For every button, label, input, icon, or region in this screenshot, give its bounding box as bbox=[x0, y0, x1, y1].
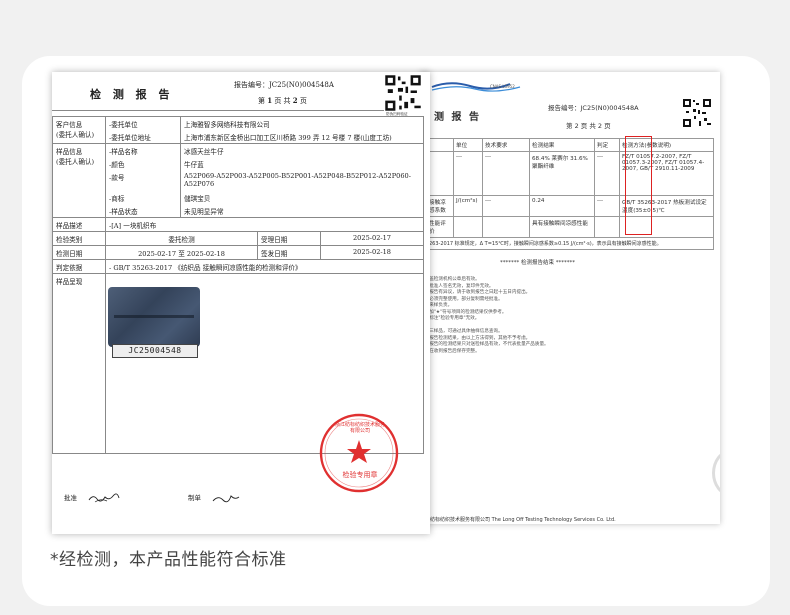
signature-icon bbox=[88, 493, 120, 503]
table-row: 性能评价 具有接触瞬间凉感性能 bbox=[426, 216, 714, 238]
judgement-highlight-box bbox=[625, 136, 652, 235]
table-row: 判定依据 - GB/T 35263-2017 《纺织品 接触瞬间凉感性能的检测和… bbox=[52, 259, 424, 274]
report-page-1: 检 测 报 告 报告编号：JC25(N0)004548A 第 1 页 共 2 页… bbox=[52, 72, 430, 534]
preparer-signature: 制单 bbox=[188, 492, 241, 504]
sample-fabric-photo bbox=[108, 287, 200, 347]
table-row: 263-2017 标准规定，Δ T=15℃时，接触瞬间凉感系数≥0.15 J/(… bbox=[426, 237, 714, 250]
signature-icon bbox=[212, 495, 240, 503]
approver-signature: 批准 bbox=[64, 492, 121, 504]
table-row: -颜色 牛仔蓝 bbox=[53, 157, 424, 170]
report-end-marker: ******* 检测报告结束 ******* bbox=[500, 260, 575, 266]
report-title: 检 测 报 告 bbox=[90, 88, 174, 101]
table-row: -委托单位地址 上海市浦东新区金桥出口加工区川桥路 399 弄 12 号楼 7 … bbox=[53, 130, 424, 144]
report-notes: 告在盖检测机构公章后有效。 告无批准人签名无效，复印件无效。 对本报告有异议，请于收… bbox=[420, 277, 549, 355]
qr-code-icon bbox=[682, 98, 712, 128]
results-table: 单位 技术要求 检测结果 判定 检测方法(参数说明) --- --- 68.4%… bbox=[426, 138, 714, 250]
table-row: 客户信息 (委托人确认) -委托单位 上海雅智多网络科技有限公司 bbox=[52, 116, 424, 144]
note-line: 。请在收到报告后保存完整。 bbox=[420, 348, 480, 354]
lab-logo-icon bbox=[431, 82, 521, 92]
note-line: 。本报告的检测结果只对送检样品有效，不代表批量产品质量。 bbox=[420, 342, 549, 347]
lab-footer: 浙江纺标纺织技术服务有限公司 The Long Off Testing Tech… bbox=[420, 517, 616, 523]
report-number: 报告编号：JC25(N0)004548A bbox=[548, 104, 639, 112]
table-row: 检验类别 委托检测 受理日期 2025-02-17 bbox=[52, 231, 424, 246]
note-line: 对本报告有异议，请于收到报告之日起十五日内提出。 bbox=[420, 290, 531, 295]
table-row: 接触凉感系数 J/(cm²s) --- 0.24 --- GB/T 35263-… bbox=[426, 195, 714, 217]
seal-ring-text: 浙江纺标纺织技术服务有限公司 bbox=[334, 422, 385, 434]
page-number: 第 1 页 共 2 页 bbox=[258, 96, 307, 105]
report-title: 测 报 告 bbox=[434, 112, 481, 123]
table-row: --- --- 68.4% 莱赛尔 31.6% 聚酯纤维 --- FZ/T 01… bbox=[426, 151, 714, 196]
sample-tag: JC25004548 bbox=[112, 344, 198, 358]
seal-label: 检验专用章 bbox=[342, 471, 378, 479]
table-header-row: 单位 技术要求 检测结果 判定 检测方法(参数说明) bbox=[426, 138, 714, 152]
partial-seal bbox=[712, 450, 720, 496]
table-row: -款号 A52P069-A52P003-A52P005-B52P001-A52P… bbox=[53, 170, 424, 191]
table-row: -商标 儲琪宝贝 bbox=[53, 191, 424, 204]
lab-logo-text: CNAS L5952 bbox=[490, 84, 515, 89]
report-number: 报告编号：JC25(N0)004548A bbox=[234, 81, 334, 89]
table-row: 样品信息 (委托人确认) -样品名称 冰感天丝牛仔 bbox=[52, 143, 424, 218]
table-row: -样品状态 未见明显异常 bbox=[53, 204, 424, 218]
page-number: 第 2 页 共 2 页 bbox=[566, 122, 611, 130]
qr-code-icon bbox=[384, 74, 422, 112]
table-row: 样品描述 -[A] 一块机织布 bbox=[52, 217, 424, 232]
table-row: 检测日期 2025-02-17 至 2025-02-18 签发日期 2025-0… bbox=[52, 245, 424, 260]
conformance-caption: *经检测，本产品性能符合标准 bbox=[50, 550, 287, 570]
report-info-table: 客户信息 (委托人确认) -委托单位 上海雅智多网络科技有限公司 -委托单位地址… bbox=[52, 116, 424, 454]
header-divider bbox=[52, 110, 384, 111]
report-page-2: CNAS L5952 测 报 告 报告编号：JC25(N0)004548A 第 … bbox=[420, 72, 720, 524]
